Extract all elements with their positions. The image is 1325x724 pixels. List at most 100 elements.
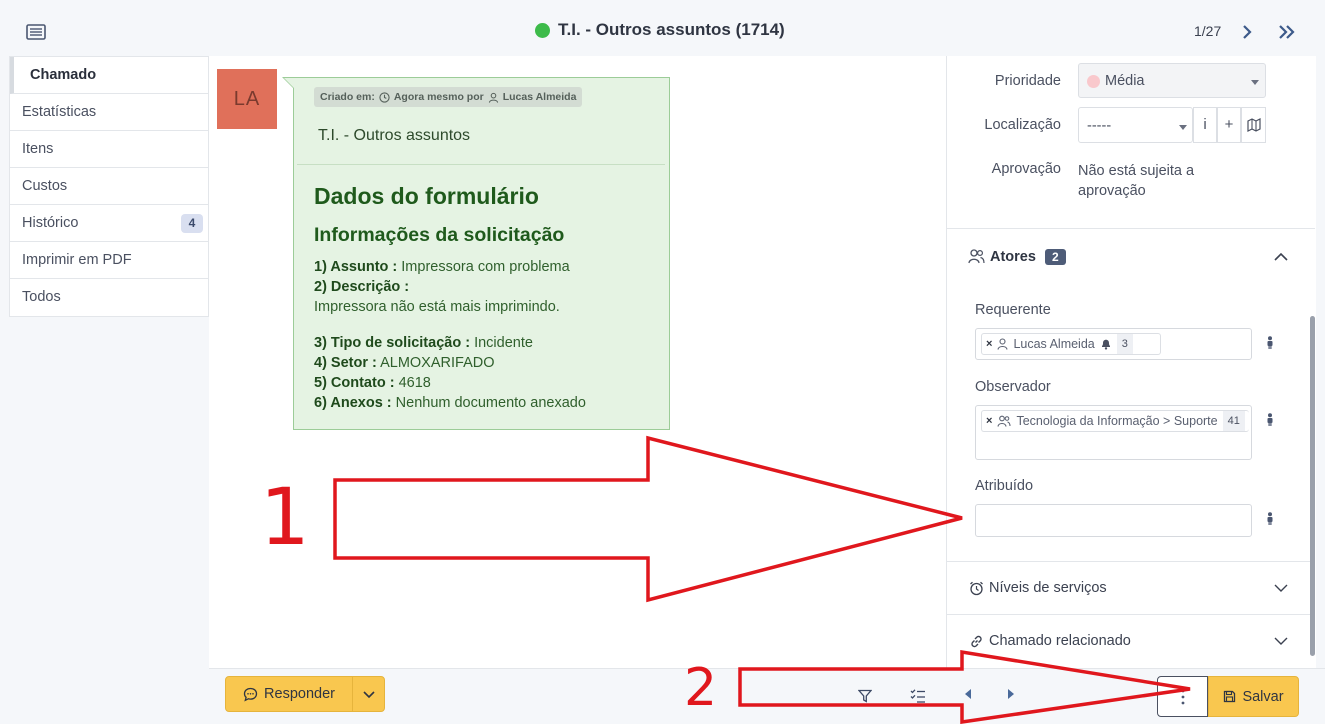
tab-imprimir-pdf[interactable]: Imprimir em PDF: [10, 242, 208, 279]
tab-label: Histórico: [22, 215, 79, 231]
history-count-badge: 4: [181, 214, 203, 233]
more-actions-button[interactable]: [1157, 676, 1208, 717]
tab-custos[interactable]: Custos: [10, 168, 208, 205]
sla-title: Níveis de serviços: [989, 580, 1107, 596]
tab-estatisticas[interactable]: Estatísticas: [10, 94, 208, 131]
answer-value: ALMOXARIFADO: [380, 355, 495, 371]
user-icon: [488, 92, 498, 103]
tab-chamado[interactable]: Chamado: [10, 57, 208, 94]
next-item-triangle-icon[interactable]: [1008, 689, 1014, 699]
question-label: 1) Assunto :: [314, 259, 398, 275]
location-label: Localização: [984, 117, 1061, 133]
page-title-wrap: T.I. - Outros assuntos (1714): [535, 20, 785, 40]
chat-bubble-icon: [243, 687, 258, 702]
panel-scrollbar[interactable]: [1310, 316, 1315, 656]
location-info-button[interactable]: i: [1193, 107, 1217, 143]
save-button[interactable]: Salvar: [1208, 676, 1299, 717]
linked-title: Chamado relacionado: [989, 633, 1131, 649]
tab-label: Imprimir em PDF: [22, 252, 132, 268]
created-by: Lucas Almeida: [502, 91, 577, 103]
chevron-up-icon[interactable]: [1274, 252, 1288, 262]
location-select[interactable]: -----: [1078, 107, 1193, 143]
link-icon: [971, 635, 982, 647]
remove-tag-icon[interactable]: ×: [986, 334, 992, 354]
answer-anexos: 6) Anexos : Nenhum documento anexado: [314, 395, 586, 411]
priority-select[interactable]: Média: [1078, 63, 1266, 98]
chevron-down-icon[interactable]: [1274, 583, 1288, 593]
question-label: 5) Contato :: [314, 375, 395, 391]
requester-count: 3: [1116, 334, 1133, 354]
checklist-icon[interactable]: [910, 688, 926, 704]
annotation-number-1: 1: [260, 473, 310, 563]
location-map-button[interactable]: [1241, 107, 1266, 143]
answer-assunto: 1) Assunto : Impressora com problema: [314, 259, 570, 275]
add-assigned-person-icon[interactable]: [1264, 512, 1276, 526]
approval-value: Não está sujeita a aprovação: [1078, 161, 1194, 201]
tab-todos[interactable]: Todos: [10, 279, 208, 316]
clock-icon: [379, 91, 390, 103]
remove-tag-icon[interactable]: ×: [986, 411, 992, 431]
map-icon: [1247, 118, 1261, 132]
observer-tag: × Tecnologia da Informação > Suporte 41: [981, 410, 1249, 432]
last-ticket-double-chevron-icon[interactable]: [1276, 22, 1298, 42]
requester-label: Requerente: [975, 302, 1051, 318]
created-when: Agora mesmo por: [393, 91, 484, 103]
location-add-button[interactable]: +: [1217, 107, 1241, 143]
add-observer-person-icon[interactable]: [1264, 413, 1276, 427]
location-value: -----: [1087, 118, 1112, 134]
next-ticket-chevron-icon[interactable]: [1238, 22, 1256, 42]
answer-value: 4618: [398, 375, 431, 391]
linked-section-header[interactable]: Chamado relacionado: [969, 633, 1131, 649]
question-label: 2) Descrição :: [314, 279, 410, 295]
page-title: T.I. - Outros assuntos (1714): [558, 20, 785, 39]
previous-item-triangle-icon[interactable]: [965, 689, 971, 699]
tab-label: Custos: [22, 178, 68, 194]
sla-section-header[interactable]: Níveis de serviços: [969, 580, 1107, 596]
priority-dot-icon: [1087, 75, 1100, 88]
tab-label: Todos: [22, 289, 61, 305]
approval-value-line: Não está sujeita a: [1078, 163, 1195, 179]
form-title: Dados do formulário: [314, 183, 539, 209]
actors-section-header[interactable]: Atores 2: [968, 248, 1066, 265]
user-icon: [997, 338, 1008, 350]
card-divider: [297, 164, 665, 165]
answer-descricao-value: Impressora não está mais imprimindo.: [314, 299, 560, 315]
observer-field[interactable]: × Tecnologia da Informação > Suporte 41: [975, 405, 1252, 460]
bell-icon[interactable]: [1100, 338, 1112, 350]
filter-icon[interactable]: [858, 689, 872, 703]
users-icon: [968, 249, 985, 264]
actors-count-badge: 2: [1044, 248, 1066, 265]
tab-itens[interactable]: Itens: [10, 131, 208, 168]
requester-field[interactable]: × Lucas Almeida 3: [975, 328, 1252, 360]
ticket-details-panel: [946, 56, 1316, 668]
tab-historico[interactable]: Histórico 4: [10, 205, 208, 242]
assigned-field[interactable]: [975, 504, 1252, 537]
tab-label: Estatísticas: [22, 104, 97, 120]
answer-contato: 5) Contato : 4618: [314, 375, 431, 391]
approval-label: Aprovação: [991, 161, 1061, 177]
approval-value-line: aprovação: [1078, 183, 1146, 199]
reply-options-button[interactable]: [352, 676, 385, 712]
tab-label: Itens: [22, 141, 54, 157]
priority-value: Média: [1105, 73, 1145, 89]
alarm-clock-icon: [970, 581, 983, 595]
status-dot-icon: [535, 22, 550, 38]
save-label: Salvar: [1242, 688, 1284, 705]
floppy-disk-icon: [1224, 690, 1236, 703]
question-label: 3) Tipo de solicitação :: [314, 335, 471, 351]
answer-value: Nenhum documento anexado: [395, 395, 586, 411]
pager-count: 1/27: [1194, 23, 1222, 39]
card-pointer-inner: [284, 78, 294, 88]
answer-value: Impressora com problema: [401, 259, 570, 275]
answer-setor: 4) Setor : ALMOXARIFADO: [314, 355, 495, 371]
chevron-down-icon: [1251, 80, 1259, 85]
observer-name: Tecnologia da Informação > Suporte: [1016, 414, 1218, 428]
chevron-down-icon[interactable]: [1274, 636, 1288, 646]
ticket-tabs-menu: Chamado Estatísticas Itens Custos Histór…: [9, 56, 209, 317]
list-view-icon[interactable]: [26, 24, 46, 40]
reply-button[interactable]: Responder: [225, 676, 353, 712]
section-divider: [947, 228, 1315, 229]
created-label: Criado em:: [320, 91, 375, 103]
add-requester-person-icon[interactable]: [1264, 336, 1276, 350]
priority-label: Prioridade: [994, 73, 1061, 89]
